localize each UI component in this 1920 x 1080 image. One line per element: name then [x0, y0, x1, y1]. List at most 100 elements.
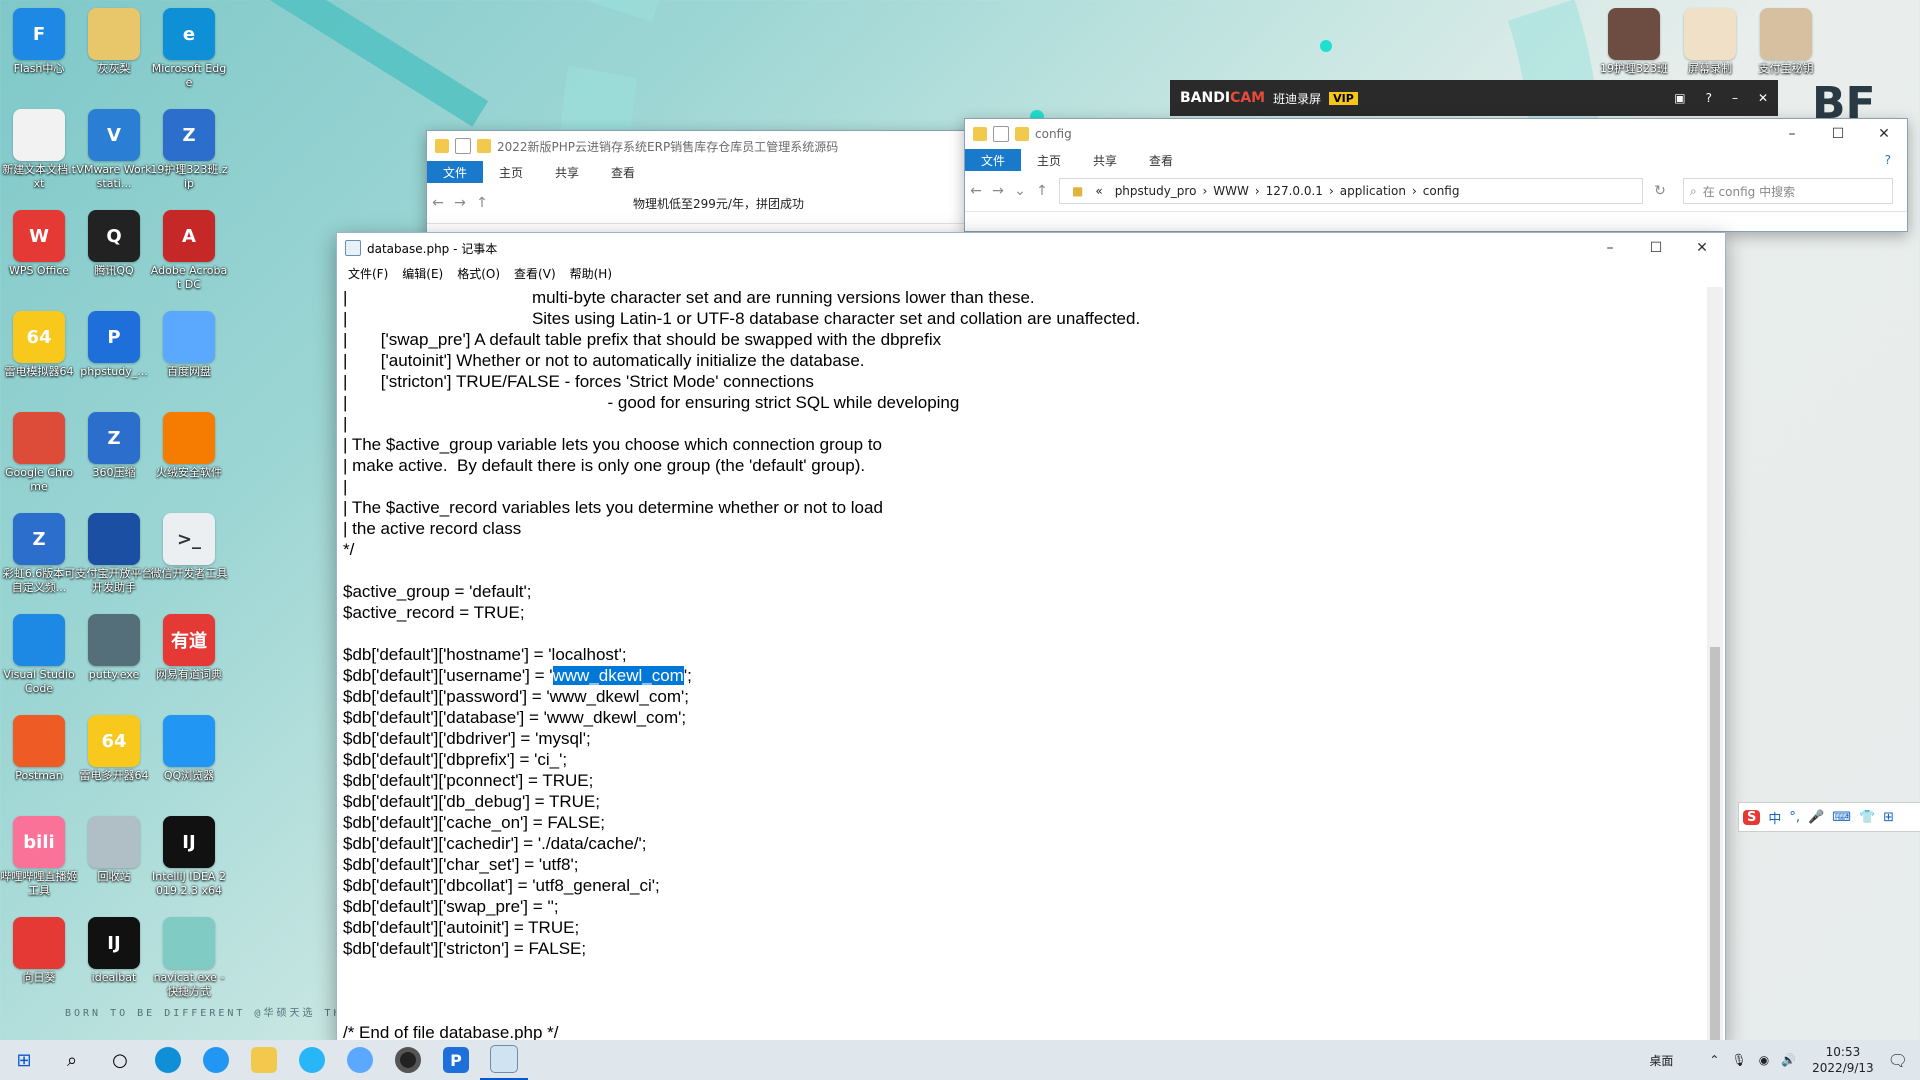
desktop-icon[interactable]: 19护理323班 [1595, 4, 1673, 76]
tab-home[interactable]: 主页 [483, 161, 539, 183]
breadcrumb-item[interactable]: WWW [1213, 184, 1249, 198]
app-tray-icon[interactable]: ◉ [1759, 1053, 1769, 1067]
taskbar-app-qqbrowser-2[interactable] [288, 1040, 336, 1080]
desktop-icon[interactable]: 火绒安全软件 [150, 408, 228, 480]
tab-share[interactable]: 共享 [1077, 149, 1133, 171]
recent-locations-icon[interactable]: ⌄ [1009, 183, 1031, 199]
desktop-icon[interactable]: 支付宝开放平台开发助手 [75, 509, 153, 595]
desktop-icon[interactable]: 64 雷电多开器64 [75, 711, 153, 783]
menu-edit[interactable]: 编辑(E) [402, 265, 443, 282]
desktop-icon[interactable]: 有道 网易有道词典 [150, 610, 228, 682]
desktop-icon[interactable]: >_ 微信开发者工具 [150, 509, 228, 581]
bandicam-vip-badge[interactable]: VIP [1329, 91, 1358, 105]
desktop-icon[interactable]: 向日葵 [0, 913, 78, 985]
tab-file[interactable]: 文件 [427, 161, 484, 183]
desktop-toolbar-label[interactable]: 桌面 [1649, 1052, 1673, 1069]
menu-file[interactable]: 文件(F) [348, 265, 388, 282]
chevron-up-icon[interactable]: ⌃ [1709, 1053, 1719, 1067]
close-button[interactable]: ✕ [1861, 119, 1907, 149]
text-selection[interactable]: www_dkewl_com [552, 666, 684, 685]
breadcrumb-item[interactable]: config [1423, 184, 1460, 198]
start-button[interactable]: ⊞ [0, 1040, 48, 1080]
taskbar-app-baidu[interactable] [336, 1040, 384, 1080]
back-icon[interactable]: ← [965, 183, 987, 199]
taskbar-app-notepad[interactable] [480, 1040, 528, 1080]
desktop-icon[interactable]: 64 雷电模拟器64 [0, 307, 78, 379]
desktop-icon[interactable]: 屏幕录制 [1671, 4, 1749, 76]
keyboard-icon[interactable]: ⌨ [1832, 810, 1851, 825]
taskbar-app-edge[interactable] [144, 1040, 192, 1080]
desktop-icon[interactable]: IJ idealbat [75, 913, 153, 985]
taskbar-app-qqbrowser[interactable] [192, 1040, 240, 1080]
desktop-icon[interactable]: Q 腾讯QQ [75, 206, 153, 278]
notification-icon[interactable]: 🗨 [1888, 1051, 1908, 1070]
taskbar-app-phpstudy[interactable]: P [432, 1040, 480, 1080]
desktop-icon[interactable]: 新建文本文档.txt [0, 105, 78, 191]
desktop-icon[interactable]: 灰灰梨 [75, 4, 153, 76]
desktop-icon[interactable]: navicat.exe - 快捷方式 [150, 913, 228, 999]
forward-icon[interactable]: → [449, 195, 471, 211]
volume-icon[interactable]: 🔊 [1781, 1053, 1796, 1067]
ad-banner[interactable]: 物理机低至299元/年，拼团成功 [633, 195, 804, 212]
explorer-window-source[interactable]: 2022新版PHP云进销存系统ERP销售库存仓库员工管理系统源码 文件 主页 共… [426, 130, 968, 238]
desktop-icon[interactable]: bili 哔哩哔哩直播姬工具 [0, 812, 78, 898]
tab-file[interactable]: 文件 [965, 149, 1022, 171]
desktop-icon[interactable]: V VMware Workstati... [75, 105, 153, 191]
taskbar-app-explorer[interactable] [240, 1040, 288, 1080]
sogou-icon[interactable]: S [1743, 809, 1761, 825]
forward-icon[interactable]: → [987, 183, 1009, 199]
desktop-icon[interactable]: 支付宝秘钥 [1747, 4, 1825, 76]
microphone-icon[interactable]: 🎤 [1808, 810, 1824, 825]
help-icon[interactable]: ? [1869, 149, 1907, 171]
desktop-icon[interactable]: Z 360压缩 [75, 408, 153, 480]
desktop-icon[interactable]: e Microsoft Edge [150, 4, 228, 90]
ime-mode[interactable]: 中 [1768, 808, 1781, 827]
vertical-scrollbar[interactable] [1707, 287, 1723, 1047]
microphone-icon[interactable]: 🎙 [1731, 1053, 1746, 1067]
ime-toolbar[interactable]: S 中 °, 🎤 ⌨ 👕 ⊞ [1738, 802, 1920, 832]
desktop-icon[interactable]: Postman [0, 711, 78, 783]
up-icon[interactable]: ↑ [1031, 183, 1053, 199]
menu-view[interactable]: 查看(V) [514, 265, 556, 282]
tab-share[interactable]: 共享 [539, 161, 595, 183]
desktop-icon[interactable]: Z 19护理323班.zip [150, 105, 228, 191]
desktop-icon[interactable]: Google Chrome [0, 408, 78, 494]
up-icon[interactable]: ↑ [471, 195, 493, 211]
minimize-button[interactable]: – [1587, 233, 1633, 263]
desktop-icon[interactable]: QQ浏览器 [150, 711, 228, 783]
search-button[interactable]: ⌕ [48, 1040, 96, 1080]
close-icon[interactable]: ✕ [1758, 91, 1768, 105]
breadcrumb-item[interactable]: application [1340, 184, 1406, 198]
desktop-icon[interactable]: W WPS Office [0, 206, 78, 278]
menu-help[interactable]: 帮助(H) [570, 265, 612, 282]
tab-home[interactable]: 主页 [1021, 149, 1077, 171]
desktop-icon[interactable]: 回收站 [75, 812, 153, 884]
maximize-button[interactable]: ☐ [1815, 119, 1861, 149]
properties-icon[interactable] [993, 126, 1009, 142]
breadcrumb-item[interactable]: phpstudy_pro [1115, 184, 1197, 198]
clock[interactable]: 10:53 2022/9/13 [1812, 1044, 1874, 1076]
folder-icon[interactable]: ▣ [1674, 91, 1685, 105]
notepad-window[interactable]: database.php - 记事本 – ☐ ✕ 文件(F) 编辑(E) 格式(… [336, 232, 1726, 1047]
toolbox-icon[interactable]: ⊞ [1883, 810, 1894, 825]
refresh-icon[interactable]: ↻ [1649, 183, 1671, 199]
taskbar-app-bandicam[interactable] [384, 1040, 432, 1080]
desktop-icon[interactable]: IJ IntelliJ IDEA 2019.2.3 x64 [150, 812, 228, 898]
desktop-icon[interactable]: Z 彩虹6.6版本可自定义频... [0, 509, 78, 595]
breadcrumb-item[interactable]: 127.0.0.1 [1266, 184, 1323, 198]
punctuation-icon[interactable]: °, [1789, 810, 1800, 825]
search-input[interactable]: ⌕ 在 config 中搜索 [1683, 178, 1893, 204]
bandicam-toolbar[interactable]: BANDICAM 班迪录屏 VIP ▣ ? – ✕ [1170, 80, 1778, 116]
desktop-icon[interactable]: putty.exe [75, 610, 153, 682]
tab-view[interactable]: 查看 [1133, 149, 1189, 171]
close-button[interactable]: ✕ [1679, 233, 1725, 263]
desktop-icon[interactable]: Pphpstudy_... [75, 307, 153, 379]
desktop-icon[interactable]: Visual Studio Code [0, 610, 78, 696]
scrollbar-thumb[interactable] [1710, 647, 1720, 1047]
menu-format[interactable]: 格式(O) [457, 265, 500, 282]
help-icon[interactable]: ? [1706, 91, 1712, 105]
desktop-icon[interactable]: A Adobe Acrobat DC [150, 206, 228, 292]
task-view-button[interactable]: ○ [96, 1040, 144, 1080]
minimize-button[interactable]: – [1769, 119, 1815, 149]
maximize-button[interactable]: ☐ [1633, 233, 1679, 263]
